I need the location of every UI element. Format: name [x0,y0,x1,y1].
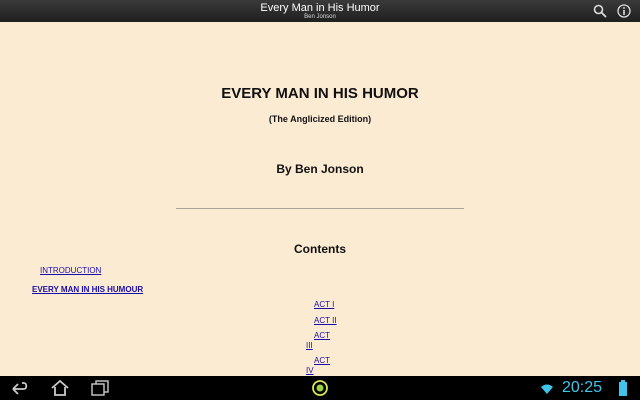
home-icon[interactable] [50,379,70,397]
battery-icon [618,380,628,396]
book-page[interactable]: EVERY MAN IN HIS HUMOR (The Anglicized E… [0,22,640,376]
toc-act-iii-link-wrap[interactable]: III [306,341,313,351]
edition-label: (The Anglicized Edition) [268,114,372,124]
app-center-icon[interactable] [310,379,330,397]
toc-act-i-link[interactable]: ACT I [314,300,334,310]
book-title: EVERY MAN IN HIS HUMOR [221,85,419,102]
contents-heading: Contents [294,242,346,256]
toc-act-ii-link[interactable]: ACT II [314,316,337,326]
toc-every-man-link[interactable]: EVERY MAN IN HIS HUMOUR [32,285,143,295]
wifi-icon [540,382,554,394]
toc-act-iv-link[interactable]: ACT [314,356,330,366]
back-icon[interactable] [10,379,30,397]
app-subtitle: Ben Jonson [304,14,336,20]
system-nav-bar: 20:25 [0,376,640,400]
toc-act-iv-link-wrap[interactable]: IV [306,366,314,376]
app-title: Every Man in His Humor [260,2,380,14]
app-bar: Every Man in His Humor Ben Jonson [0,0,640,22]
toc-act-iii-link[interactable]: ACT [314,331,330,341]
toc-introduction-link[interactable]: INTRODUCTION [40,266,101,276]
info-icon[interactable] [616,3,632,19]
recent-apps-icon[interactable] [90,379,110,397]
clock: 20:25 [562,379,603,396]
divider [176,208,464,209]
search-icon[interactable] [592,3,608,19]
author-label: By Ben Jonson [276,162,364,176]
